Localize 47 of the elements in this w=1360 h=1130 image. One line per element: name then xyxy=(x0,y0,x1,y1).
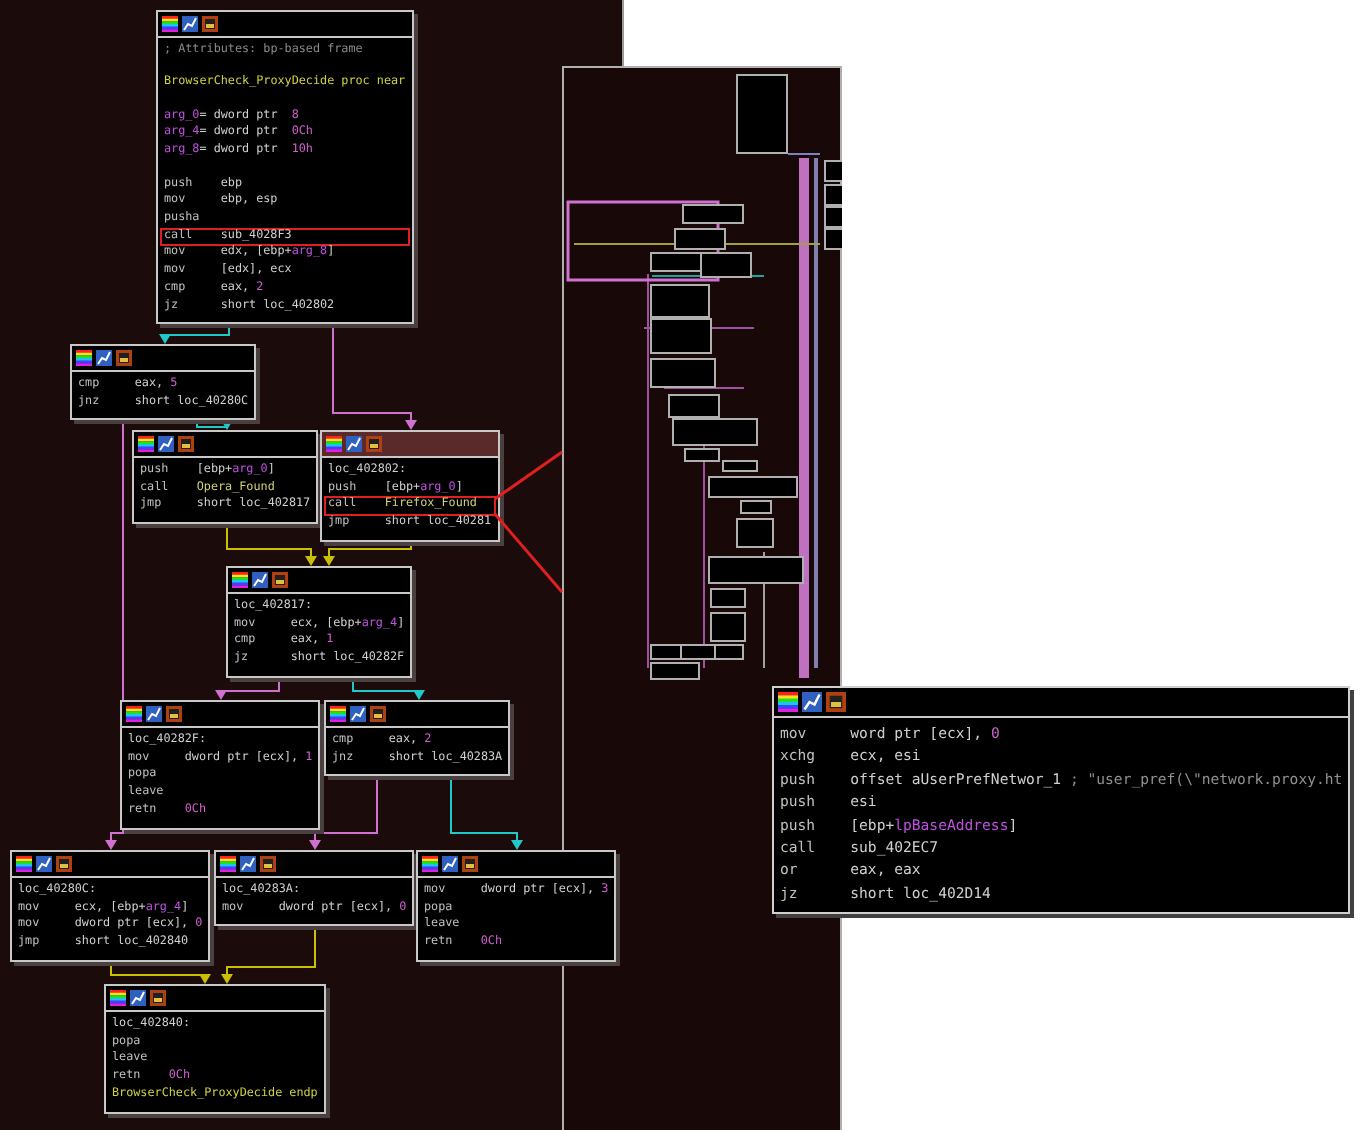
chart-pencil-icon[interactable] xyxy=(346,436,362,452)
chart-pencil-icon[interactable] xyxy=(146,706,162,722)
picture-frame-icon[interactable] xyxy=(462,856,478,872)
chart-pencil-icon[interactable] xyxy=(36,856,52,872)
color-palette-icon[interactable] xyxy=(422,856,438,872)
chart-pencil-icon[interactable] xyxy=(96,350,112,366)
graph-node[interactable] xyxy=(156,10,414,325)
chart-pencil-icon[interactable] xyxy=(158,436,174,452)
picture-frame-icon[interactable] xyxy=(56,856,72,872)
edge-arrow xyxy=(159,323,230,344)
color-palette-icon[interactable] xyxy=(126,706,142,722)
color-palette-icon[interactable] xyxy=(326,436,342,452)
edge-arrow xyxy=(332,323,417,430)
picture-frame-icon[interactable] xyxy=(826,692,846,712)
edge-arrow xyxy=(323,541,412,566)
edge-arrow xyxy=(352,677,425,700)
color-palette-icon[interactable] xyxy=(110,990,126,1006)
chart-pencil-icon[interactable] xyxy=(130,990,146,1006)
edge-arrow xyxy=(226,523,317,566)
chart-pencil-icon[interactable] xyxy=(350,706,366,722)
edge-arrow xyxy=(215,677,280,700)
edge-arrow xyxy=(450,775,523,850)
picture-frame-icon[interactable] xyxy=(166,706,182,722)
color-palette-icon[interactable] xyxy=(162,16,178,32)
color-palette-icon[interactable] xyxy=(138,436,154,452)
picture-frame-icon[interactable] xyxy=(150,990,166,1006)
color-palette-icon[interactable] xyxy=(76,350,92,366)
chart-pencil-icon[interactable] xyxy=(442,856,458,872)
edge-arrow xyxy=(309,775,378,850)
picture-frame-icon[interactable] xyxy=(272,572,288,588)
edge-arrow xyxy=(110,961,211,984)
picture-frame-icon[interactable] xyxy=(260,856,276,872)
color-palette-icon[interactable] xyxy=(778,692,798,712)
picture-frame-icon[interactable] xyxy=(116,350,132,366)
chart-pencil-icon[interactable] xyxy=(240,856,256,872)
color-palette-icon[interactable] xyxy=(16,856,32,872)
color-palette-icon[interactable] xyxy=(330,706,346,722)
color-palette-icon[interactable] xyxy=(220,856,236,872)
edge-arrow xyxy=(221,925,316,984)
picture-frame-icon[interactable] xyxy=(370,706,386,722)
color-palette-icon[interactable] xyxy=(232,572,248,588)
chart-pencil-icon[interactable] xyxy=(802,692,822,712)
chart-pencil-icon[interactable] xyxy=(252,572,268,588)
chart-pencil-icon[interactable] xyxy=(182,16,198,32)
picture-frame-icon[interactable] xyxy=(366,436,382,452)
picture-frame-icon[interactable] xyxy=(202,16,218,32)
picture-frame-icon[interactable] xyxy=(178,436,194,452)
